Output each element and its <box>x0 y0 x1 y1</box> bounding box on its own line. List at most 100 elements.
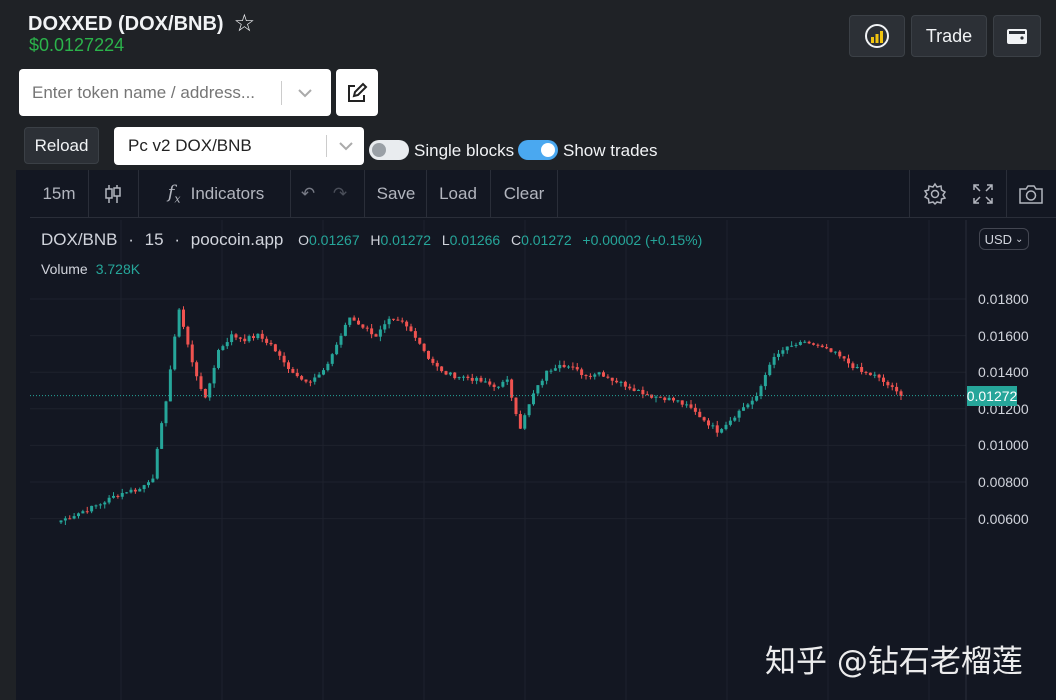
trade-button[interactable]: Trade <box>911 15 987 57</box>
interval-button[interactable]: 15m <box>40 170 78 218</box>
candle-body <box>212 367 216 384</box>
candle-body <box>291 368 295 373</box>
candle-body <box>98 504 102 506</box>
candle-body <box>755 395 759 401</box>
candle-body <box>733 417 737 421</box>
camera-icon[interactable] <box>1016 170 1046 218</box>
redo-icon[interactable]: ↷ <box>328 170 352 218</box>
clear-button[interactable]: Clear <box>492 170 556 218</box>
candle-body <box>680 400 684 405</box>
indicators-button[interactable]: fx Indicators <box>148 170 284 218</box>
candle-body <box>396 319 400 321</box>
candle-body <box>63 518 67 521</box>
candle-body <box>427 350 430 359</box>
candle-body <box>322 370 325 375</box>
candle-body <box>720 429 724 433</box>
undo-icon[interactable]: ↶ <box>296 170 320 218</box>
edit-button[interactable] <box>336 69 378 116</box>
candle-body <box>352 317 356 321</box>
token-price: $0.0127224 <box>29 35 125 55</box>
y-tick-label: 0.01000 <box>978 437 1029 454</box>
candle-body <box>759 386 763 396</box>
volume-label: Volume <box>41 261 88 277</box>
candle-body <box>575 367 579 370</box>
candle-body <box>129 489 133 493</box>
toolbar-divider <box>1006 170 1007 218</box>
candle-body <box>182 309 185 327</box>
candle-body <box>238 337 242 339</box>
candle-body <box>422 343 426 351</box>
candle-body <box>252 336 255 339</box>
legend-open-key: O <box>298 232 309 248</box>
chevron-down-icon: ⌄ <box>1015 233 1024 245</box>
candle-body <box>265 338 269 343</box>
candle-body <box>549 370 553 372</box>
candle-body <box>707 420 710 426</box>
single-blocks-toggle[interactable] <box>369 140 409 160</box>
candle-body <box>693 407 697 412</box>
candle-body <box>505 379 509 382</box>
candle-body <box>825 347 829 349</box>
y-tick-label: 0.01400 <box>978 364 1029 381</box>
toolbar-divider <box>290 170 291 218</box>
show-trades-toggle[interactable] <box>518 140 558 160</box>
show-trades-label: Show trades <box>563 141 658 160</box>
candle-body <box>523 415 527 429</box>
settings-gear-icon[interactable] <box>920 170 950 218</box>
candle-body <box>256 333 260 339</box>
toolbar-divider <box>138 170 139 218</box>
candle-body <box>492 384 496 387</box>
candle-body <box>405 321 409 327</box>
candle-body <box>794 344 798 346</box>
wallet-button[interactable] <box>993 15 1041 57</box>
candle-body <box>847 358 850 364</box>
token-search[interactable] <box>19 69 331 116</box>
candle-body <box>746 404 750 408</box>
candle-body <box>330 354 334 364</box>
candle-body <box>667 397 671 401</box>
wallet-icon <box>1007 29 1027 44</box>
candle-body <box>440 366 444 372</box>
candle-body <box>116 495 120 497</box>
legend-close: 0.01272 <box>521 232 572 248</box>
candle-body <box>304 379 308 382</box>
candle-body <box>567 366 570 368</box>
candle-body <box>357 320 360 325</box>
token-title: DOXXED (DOX/BNB) ☆ <box>28 12 255 36</box>
star-icon[interactable]: ☆ <box>234 12 256 36</box>
single-blocks-label: Single blocks <box>414 141 515 160</box>
candle-body <box>348 317 352 325</box>
reload-button[interactable]: Reload <box>24 127 99 164</box>
candle-body <box>562 364 566 368</box>
candle-body <box>221 346 225 351</box>
toggle-knob <box>541 143 555 157</box>
candle-body <box>317 374 321 378</box>
candles-icon[interactable] <box>98 170 128 218</box>
toolbar-divider <box>490 170 491 218</box>
load-button[interactable]: Load <box>428 170 488 218</box>
toolbar-divider <box>364 170 365 218</box>
chart-type-button[interactable] <box>849 15 905 57</box>
candle-body <box>164 401 168 424</box>
search-input[interactable] <box>19 82 281 103</box>
last-price-marker: 0.01272 <box>966 385 1018 406</box>
save-button[interactable]: Save <box>366 170 426 218</box>
candle-body <box>860 366 864 372</box>
candle-body <box>230 334 234 343</box>
toolbar-divider <box>557 170 558 218</box>
candle-body <box>308 381 312 383</box>
candle-body <box>203 388 207 398</box>
currency-dropdown[interactable]: USD ⌄ <box>979 228 1029 250</box>
chevron-down-icon[interactable] <box>327 139 364 154</box>
pair-select[interactable]: Pc v2 DOX/BNB <box>114 127 364 165</box>
candle-body <box>650 394 654 398</box>
candle-body <box>597 372 601 375</box>
candle-body <box>711 425 715 427</box>
legend-low: 0.01266 <box>449 232 501 248</box>
fullscreen-icon[interactable] <box>968 170 998 218</box>
legend-source: poocoin.app <box>190 230 284 249</box>
app: DOXXED (DOX/BNB) ☆ $0.0127224 Trade Relo <box>0 0 1056 700</box>
candle-body <box>584 375 588 377</box>
chevron-down-icon[interactable] <box>282 85 328 101</box>
candle-body <box>190 344 194 363</box>
